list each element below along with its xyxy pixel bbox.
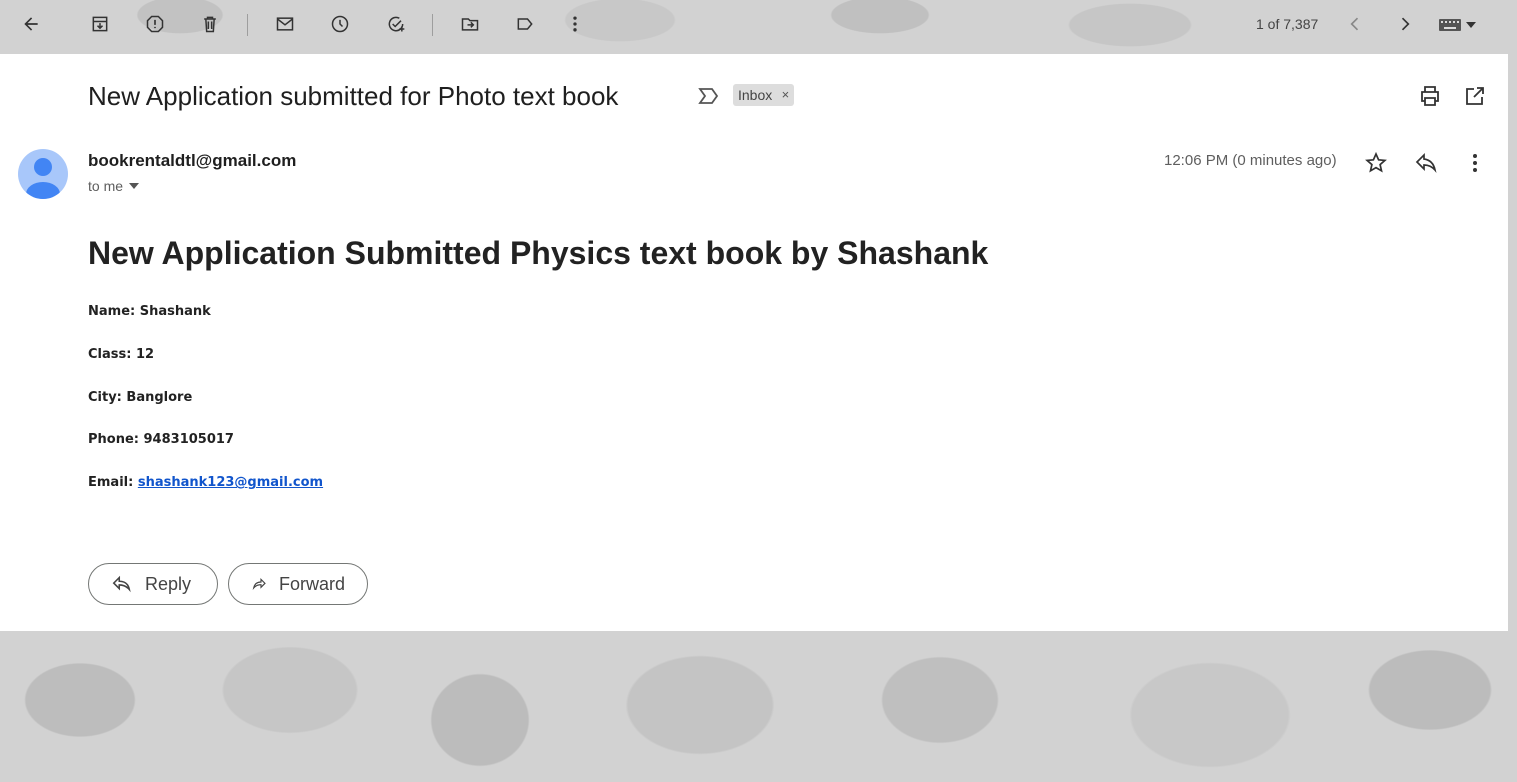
back-arrow-icon[interactable] — [11, 4, 51, 44]
caret-down-icon — [1466, 22, 1476, 28]
reply-label: Reply — [145, 573, 192, 594]
field-class: Class: 12 — [88, 347, 155, 362]
star-icon[interactable] — [1364, 151, 1388, 175]
print-icon[interactable] — [1418, 84, 1442, 108]
more-vert-icon[interactable] — [555, 4, 595, 44]
input-tools-button[interactable] — [1438, 14, 1488, 36]
pagination-count: 1 of 7,387 — [1256, 16, 1319, 32]
message-toolbar: 1 of 7,387 — [0, 0, 1517, 54]
chevron-left-icon[interactable] — [1335, 4, 1375, 44]
reply-icon — [112, 575, 131, 593]
field-city: City: Banglore — [88, 390, 193, 405]
email-subject: New Application submitted for Photo text… — [88, 81, 619, 111]
keyboard-icon — [1439, 19, 1461, 31]
label-name: Inbox — [738, 87, 773, 103]
message-body-heading: New Application Submitted Physics text b… — [88, 235, 989, 271]
forward-label: Forward — [278, 573, 345, 594]
delete-icon[interactable] — [190, 4, 230, 44]
message-panel: New Application submitted for Photo text… — [0, 54, 1508, 631]
inbox-label-chip: Inbox × — [733, 84, 795, 106]
remove-label-icon[interactable]: × — [782, 84, 790, 106]
snooze-icon[interactable] — [320, 4, 360, 44]
email-link[interactable]: shashank123@gmail.com — [138, 475, 323, 490]
more-vert-icon[interactable] — [1463, 151, 1487, 175]
person-icon — [26, 158, 60, 199]
message-timestamp: 12:06 PM (0 minutes ago) — [1164, 152, 1337, 169]
field-email: Email: shashank123@gmail.com — [88, 475, 324, 490]
forward-icon — [252, 577, 266, 591]
add-task-icon[interactable] — [376, 4, 416, 44]
caret-down-icon — [129, 183, 140, 189]
archive-icon[interactable] — [80, 4, 120, 44]
move-to-icon[interactable] — [450, 4, 490, 44]
forward-button[interactable]: Forward — [228, 563, 368, 605]
sender-email: bookrentaldtl@gmail.com — [88, 151, 297, 170]
field-phone: Phone: 9483105017 — [88, 432, 234, 447]
label-icon[interactable] — [505, 4, 545, 44]
reply-button[interactable]: Reply — [88, 563, 218, 605]
report-spam-icon[interactable] — [135, 4, 175, 44]
open-new-window-icon[interactable] — [1463, 84, 1487, 108]
recipient-text: to me — [88, 178, 124, 194]
important-marker-icon[interactable] — [698, 86, 720, 106]
chevron-right-icon[interactable] — [1385, 4, 1425, 44]
recipient-details-toggle[interactable]: to me — [88, 178, 140, 194]
toolbar-divider — [432, 14, 433, 36]
mark-unread-icon[interactable] — [265, 4, 305, 44]
reply-icon[interactable] — [1414, 151, 1438, 175]
avatar — [18, 149, 68, 199]
toolbar-divider — [247, 14, 248, 36]
field-name: Name: Shashank — [88, 304, 211, 319]
